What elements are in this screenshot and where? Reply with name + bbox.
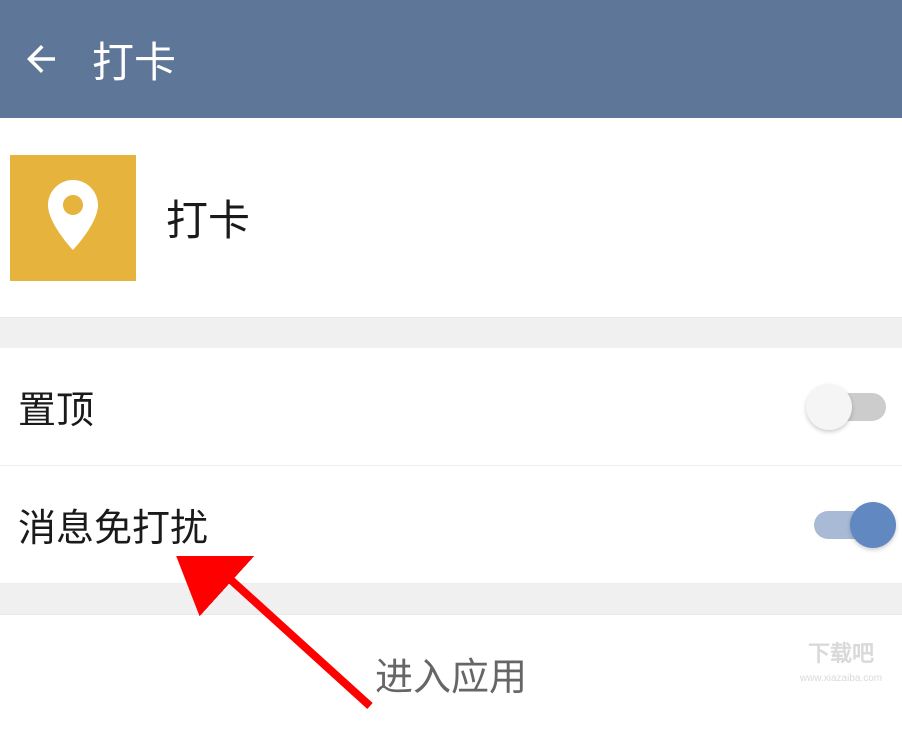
arrow-left-icon [20, 38, 62, 80]
toggle-knob [850, 502, 896, 548]
do-not-disturb-row: 消息免打扰 [0, 466, 902, 584]
header-bar: 打卡 [0, 0, 902, 118]
page-title: 打卡 [92, 29, 176, 90]
pin-top-toggle[interactable] [814, 393, 886, 421]
app-icon-container [10, 155, 136, 281]
do-not-disturb-label: 消息免打扰 [18, 497, 208, 552]
toggle-knob [806, 384, 852, 430]
app-name-label: 打卡 [166, 187, 250, 248]
pin-top-row: 置顶 [0, 348, 902, 466]
do-not-disturb-toggle[interactable] [814, 511, 886, 539]
location-pin-icon [43, 180, 103, 255]
enter-app-label: 进入应用 [375, 646, 527, 701]
back-button[interactable] [20, 38, 62, 80]
pin-top-label: 置顶 [18, 379, 94, 434]
enter-app-button[interactable]: 进入应用 [0, 614, 902, 732]
section-divider [0, 584, 902, 614]
app-info-section: 打卡 [0, 118, 902, 318]
